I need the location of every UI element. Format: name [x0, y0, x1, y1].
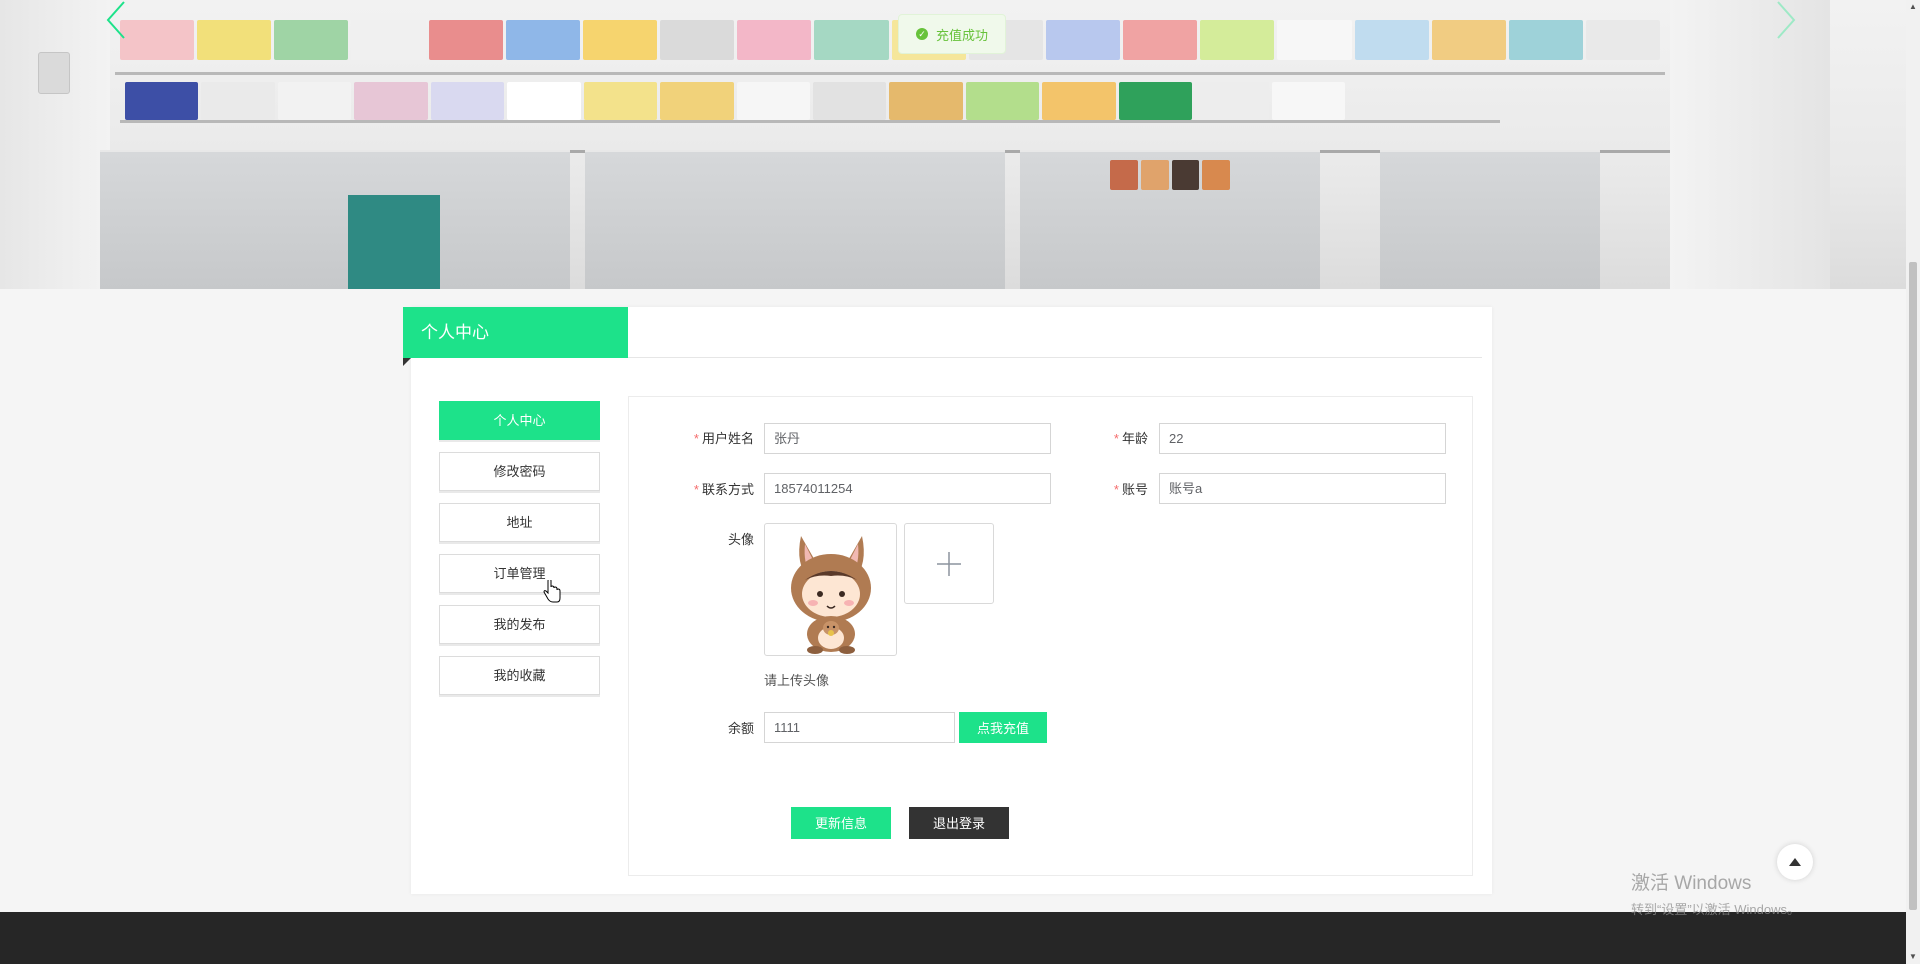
sidebar-item-personal-center[interactable]: 个人中心: [439, 401, 600, 440]
banner-teal-panel: [348, 195, 440, 289]
banner-shelf-products-middle: [125, 82, 1345, 120]
avatar: [791, 536, 871, 654]
carousel-next-button[interactable]: [1766, 0, 1806, 40]
banner-pillar-left: [0, 0, 110, 289]
toast-message: 充值成功: [935, 27, 988, 43]
page-title: 个人中心: [403, 307, 628, 358]
banner-pillar-right: [1670, 0, 1830, 289]
account-input[interactable]: 账号a: [1159, 473, 1446, 504]
age-label: * 年龄: [1113, 431, 1148, 446]
sidebar-item-address[interactable]: 地址: [439, 503, 600, 542]
username-label: * 用户姓名: [693, 431, 754, 446]
hand-cursor-icon: [543, 580, 561, 603]
banner-counter-2: [585, 150, 1005, 289]
title-divider: [628, 357, 1482, 358]
age-input[interactable]: 22: [1159, 423, 1446, 454]
watermark-line-2: 转到“设置”以激活 Windows。: [1631, 902, 1801, 917]
banner-counter-1: [100, 150, 570, 289]
sidebar-item-favorites[interactable]: 我的收藏: [439, 656, 600, 695]
scroll-down-arrow-icon[interactable]: ▼: [1906, 950, 1920, 964]
account-label: * 账号: [1113, 482, 1148, 497]
watermark-line-1: 激活 Windows: [1631, 873, 1752, 894]
username-input[interactable]: 张丹: [764, 423, 1051, 454]
sidebar-item-orders[interactable]: 订单管理: [439, 554, 600, 593]
windows-activation-watermark: 激活 Windows 转到“设置”以激活 Windows。: [1631, 872, 1800, 922]
plus-icon: [937, 551, 961, 576]
sidebar-item-change-password[interactable]: 修改密码: [439, 452, 600, 491]
profile-form: [628, 396, 1473, 876]
success-toast: ✓ 充值成功: [898, 14, 1006, 54]
banner-counter-4: [1380, 150, 1600, 289]
scrollbar-thumb[interactable]: [1909, 262, 1917, 910]
carousel-prev-button[interactable]: [96, 0, 136, 40]
phone-input[interactable]: 18574011254: [764, 473, 1051, 504]
avatar-preview[interactable]: [764, 523, 897, 656]
avatar-upload-button[interactable]: [904, 523, 994, 604]
banner-wall-device: [38, 52, 70, 94]
avatar-hint: 请上传头像: [764, 673, 830, 688]
banner-counter-products: [1110, 160, 1230, 190]
balance-label: 余额: [727, 721, 754, 736]
sidebar-item-my-posts[interactable]: 我的发布: [439, 605, 600, 644]
check-circle-icon: ✓: [915, 28, 928, 40]
page-footer: [0, 912, 1906, 964]
update-info-button[interactable]: 更新信息: [791, 807, 891, 839]
title-notch: [403, 358, 411, 366]
phone-label: * 联系方式: [693, 482, 754, 497]
recharge-button[interactable]: 点我充值: [959, 712, 1047, 743]
banner-shelf-products-top: [120, 20, 1661, 60]
scroll-up-arrow-icon[interactable]: ▲: [1906, 0, 1920, 14]
chevron-left-icon: [106, 1, 125, 39]
chevron-right-icon: [1777, 1, 1796, 39]
avatar-label: 头像: [727, 532, 754, 547]
caret-up-icon: [1789, 858, 1801, 866]
logout-button[interactable]: 退出登录: [909, 807, 1009, 839]
balance-input[interactable]: 1111: [764, 712, 955, 743]
